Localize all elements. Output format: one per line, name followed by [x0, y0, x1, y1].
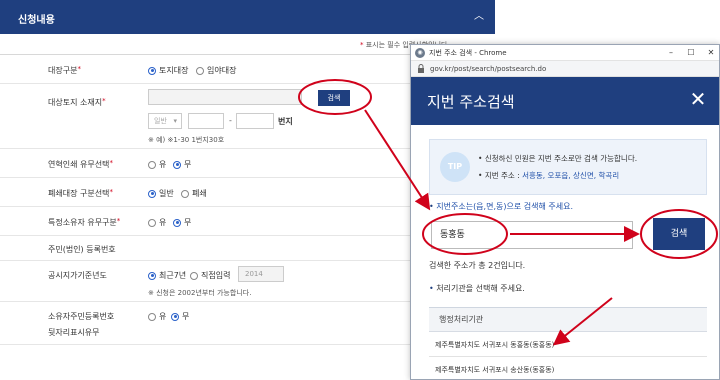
radio-ledger-normal[interactable]: 일반: [148, 188, 174, 199]
result-count: 검색한 주소가 총 2건입니다.: [429, 261, 526, 270]
lot-hint: ※ 예) ※1-30 1번지30호: [148, 136, 225, 144]
radio-id-display-yes[interactable]: 유: [148, 311, 166, 322]
tip-line-1: • 신청하신 민원은 지번 주소로만 검색 가능합니다.: [478, 154, 638, 163]
radio-land-ledger[interactable]: 토지대장: [148, 65, 188, 76]
field-label: 공시지가기준년도: [48, 271, 107, 280]
chevron-up-icon[interactable]: ︿: [472, 10, 486, 24]
field-label: 주민(법인) 등록번호: [48, 245, 116, 254]
address-search-input[interactable]: 동홍동: [431, 221, 633, 249]
window-close-button[interactable]: ✕: [705, 47, 717, 59]
form-header: 신청내용 ︿: [0, 0, 495, 34]
tip-icon: TIP: [440, 152, 470, 182]
field-label: 특정소유자 유무구분*: [48, 217, 121, 227]
table-row[interactable]: 제주특별자치도 서귀포시 동홍동(동홍동): [429, 333, 707, 357]
dash: -: [229, 116, 232, 125]
radio-owner-no[interactable]: 무: [173, 217, 191, 228]
browser-title-bar: ◉ 지번 주소 검색 - Chrome – ☐ ✕: [411, 45, 719, 61]
radio-ledger-closed[interactable]: 폐쇄: [181, 188, 207, 199]
select-agency-instruction: • 처리기관을 선택해 주세요.: [429, 284, 525, 293]
radio-direct-input[interactable]: 직접입력: [190, 270, 230, 281]
globe-icon: ◉: [415, 48, 425, 58]
maximize-button[interactable]: ☐: [685, 47, 697, 59]
lock-icon: [418, 64, 424, 73]
sub-lot-input[interactable]: [236, 113, 274, 129]
radio-id-display-no[interactable]: 무: [171, 311, 189, 322]
popup-search-button[interactable]: 검색: [653, 218, 705, 250]
window-title: 지번 주소 검색 - Chrome: [429, 49, 507, 57]
address-bar[interactable]: gov.kr/post/search/postsearch.do: [411, 61, 719, 77]
year-hint: ※ 신청은 2002년부터 가능합니다.: [148, 289, 252, 297]
field-label: 대상토지 소재지*: [48, 97, 106, 107]
search-instruction: • 지번주소는(읍,면,동)으로 검색해 주세요.: [429, 202, 573, 211]
field-label: 연혁인쇄 유무선택*: [48, 159, 113, 169]
address-search-popup: ◉ 지번 주소 검색 - Chrome – ☐ ✕ gov.kr/post/se…: [410, 44, 720, 380]
popup-header: 지번 주소검색 ✕: [411, 77, 719, 125]
agency-table: 행정처리기관 제주특별자치도 서귀포시 동홍동(동홍동) 제주특별자치도 서귀포…: [429, 307, 707, 380]
tip-box: TIP • 신청하신 민원은 지번 주소로만 검색 가능합니다. • 지번 주소…: [429, 139, 707, 195]
radio-history-yes[interactable]: 유: [148, 159, 166, 170]
address-search-button[interactable]: 검색: [318, 90, 350, 106]
radio-history-no[interactable]: 무: [173, 159, 191, 170]
field-label: 소유자주민등록번호: [48, 312, 115, 321]
popup-title: 지번 주소검색: [427, 93, 515, 111]
address-input[interactable]: [148, 89, 302, 105]
form-title: 신청내용: [18, 15, 55, 26]
year-input[interactable]: 2014: [238, 266, 284, 282]
close-icon[interactable]: ✕: [687, 88, 709, 110]
lot-type-select[interactable]: 일반: [148, 113, 182, 129]
field-label: 폐쇄대장 구분선택*: [48, 188, 113, 198]
radio-owner-yes[interactable]: 유: [148, 217, 166, 228]
radio-forest-ledger[interactable]: 임야대장: [196, 65, 236, 76]
bunji-label: 번지: [278, 117, 293, 126]
radio-recent-7-years[interactable]: 최근7년: [148, 270, 186, 281]
table-header: 행정처리기관: [429, 308, 707, 332]
tip-line-2: • 지번 주소 : 서흥동, 오포읍, 상신면, 학곡리: [478, 171, 620, 180]
field-label: 뒷자리표시유무: [48, 328, 100, 337]
url-text: gov.kr/post/search/postsearch.do: [430, 65, 547, 73]
minimize-button[interactable]: –: [665, 47, 677, 59]
field-label: 대장구분*: [48, 65, 81, 75]
table-row[interactable]: 제주특별자치도 서귀포시 송산동(동홍동): [429, 358, 707, 380]
main-lot-input[interactable]: [188, 113, 224, 129]
